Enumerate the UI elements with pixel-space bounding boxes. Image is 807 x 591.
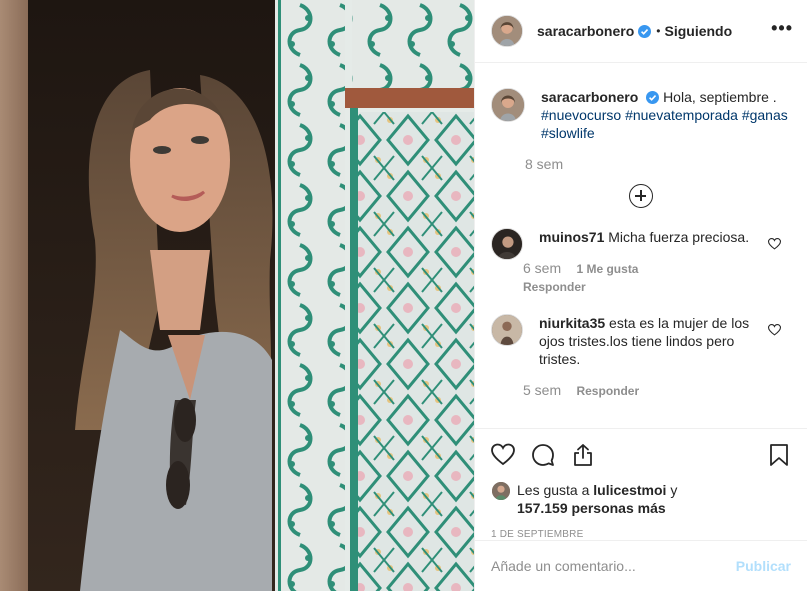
reply-button[interactable]: Responder [576, 384, 639, 398]
post-actions: Les gusta a lulicestmoi y 157.159 person… [475, 428, 807, 540]
comment-item: niurkita35 esta es la mujer de los ojos … [491, 314, 791, 398]
liker-username[interactable]: lulicestmoi [593, 482, 666, 498]
commenter-avatar[interactable] [491, 314, 523, 346]
comment-age[interactable]: 5 sem [523, 382, 561, 398]
share-icon[interactable] [571, 443, 595, 467]
comment-bubble-icon[interactable] [531, 443, 555, 467]
author-avatar[interactable] [491, 15, 523, 47]
heart-icon[interactable] [491, 443, 515, 467]
separator-dot: • [656, 24, 661, 38]
comments-list[interactable]: saracarbonero Hola, septiembre . #nuevoc… [475, 64, 807, 428]
caption-username[interactable]: saracarbonero [541, 89, 638, 105]
comment-meta: 5 sem Responder [523, 382, 759, 398]
post-caption: saracarbonero Hola, septiembre . #nuevoc… [491, 64, 791, 172]
comment-body: Micha fuerza preciosa. [608, 229, 750, 245]
comment-username[interactable]: niurkita35 [539, 315, 605, 331]
comment-likes[interactable]: 1 Me gusta [576, 262, 638, 276]
comment-text: niurkita35 esta es la mujer de los ojos … [539, 314, 759, 368]
comment-input[interactable] [491, 558, 736, 574]
post-details-panel: saracarbonero • Siguiendo ••• saracarbon… [474, 0, 807, 591]
verified-badge-icon [646, 91, 660, 104]
caption-avatar[interactable] [491, 88, 525, 122]
likes-count[interactable]: 157.159 personas más [517, 500, 666, 516]
bookmark-icon[interactable] [767, 443, 791, 467]
action-icons [491, 429, 791, 481]
hashtag-link[interactable]: #slowlife [541, 125, 595, 141]
post-date[interactable]: 1 DE SEPTIEMBRE [491, 529, 791, 540]
comment-composer: Publicar [475, 540, 807, 591]
comment-like-heart-icon[interactable] [768, 324, 781, 336]
caption-age[interactable]: 8 sem [525, 156, 791, 172]
comment-username[interactable]: muinos71 [539, 229, 604, 245]
comment-like-heart-icon[interactable] [768, 238, 781, 250]
comment-item: muinos71 Micha fuerza preciosa. 6 sem 1 … [491, 228, 791, 294]
caption-body: Hola, septiembre . [663, 89, 777, 105]
commenter-avatar[interactable] [491, 228, 523, 260]
comment-age[interactable]: 6 sem [523, 260, 561, 276]
post-photo[interactable] [0, 0, 474, 591]
liker-avatar[interactable] [491, 481, 511, 501]
hashtag-link[interactable]: #nuevocurso [541, 107, 621, 123]
hashtag-link[interactable]: #ganas [742, 107, 788, 123]
likes-summary: Les gusta a lulicestmoi y 157.159 person… [491, 481, 791, 517]
comment-meta: 6 sem 1 Me gusta [523, 260, 759, 276]
reply-button[interactable]: Responder [523, 280, 759, 294]
author-username[interactable]: saracarbonero [537, 23, 634, 39]
more-options-icon[interactable]: ••• [771, 19, 793, 37]
following-button[interactable]: Siguiendo [664, 23, 732, 39]
likes-prefix: Les gusta a [517, 482, 590, 498]
post-header: saracarbonero • Siguiendo ••• [475, 0, 807, 63]
caption-text: saracarbonero Hola, septiembre . #nuevoc… [541, 88, 791, 142]
load-more-comments [491, 184, 791, 208]
publish-button[interactable]: Publicar [736, 558, 791, 574]
plus-circle-icon[interactable] [629, 184, 653, 208]
post-image [0, 0, 474, 591]
comment-text: muinos71 Micha fuerza preciosa. [539, 228, 759, 246]
likes-conjunction: y [670, 482, 678, 498]
verified-badge-icon [638, 24, 652, 38]
hashtag-link[interactable]: #nuevatemporada [625, 107, 738, 123]
